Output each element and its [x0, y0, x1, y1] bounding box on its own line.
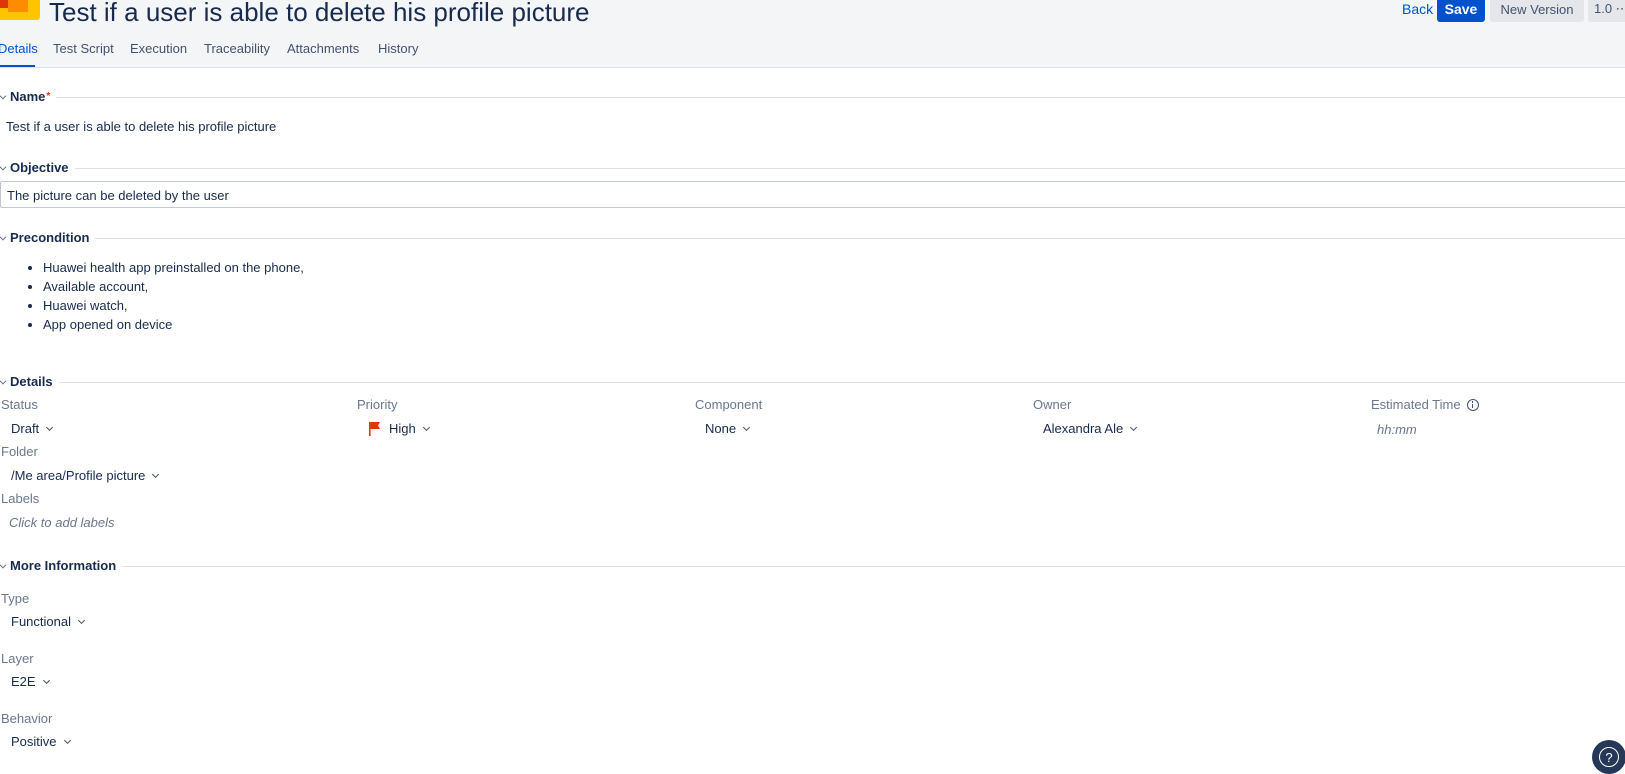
owner-select[interactable]: Alexandra Ale [1043, 421, 1138, 436]
chevron-down-icon[interactable] [0, 163, 7, 171]
tab-traceability[interactable]: Traceability [204, 41, 270, 56]
section-more-information-title: More Information [10, 556, 123, 576]
chevron-down-icon [63, 736, 71, 744]
list-item: Huawei watch, [43, 296, 304, 315]
chevron-down-icon [743, 423, 751, 431]
section-objective-title: Objective [10, 158, 75, 178]
owner-label: Owner [1033, 397, 1072, 412]
chevron-down-icon [152, 470, 160, 478]
section-name[interactable]: Name* [0, 87, 1625, 107]
chevron-down-icon [422, 423, 430, 431]
tab-attachments[interactable]: Attachments [287, 41, 359, 56]
chevron-down-icon [1130, 423, 1138, 431]
section-divider [10, 382, 1625, 383]
layer-label: Layer [1, 651, 34, 666]
page-header: Test if a user is able to delete his pro… [0, 0, 1625, 68]
list-item: App opened on device [43, 315, 304, 334]
section-precondition-title: Precondition [10, 228, 96, 248]
section-divider [10, 168, 1625, 169]
chevron-down-icon [42, 676, 50, 684]
estimated-time-input[interactable]: hh:mm [1377, 422, 1417, 437]
tab-execution[interactable]: Execution [130, 41, 187, 56]
new-version-button[interactable]: New Version [1490, 0, 1584, 22]
objective-value: The picture can be deleted by the user [7, 188, 229, 203]
required-asterisk: * [46, 91, 51, 102]
section-divider [10, 238, 1625, 239]
chevron-down-icon[interactable] [0, 92, 7, 100]
chevron-down-icon[interactable] [0, 233, 7, 241]
section-name-title: Name* [10, 87, 57, 107]
type-select[interactable]: Functional [11, 614, 86, 629]
chevron-down-icon [77, 616, 86, 624]
behavior-select[interactable]: Positive [11, 734, 71, 749]
list-item: Available account, [43, 277, 304, 296]
type-label: Type [1, 591, 30, 606]
list-item: Huawei health app preinstalled on the ph… [43, 258, 304, 277]
tab-history[interactable]: History [378, 41, 418, 56]
section-precondition[interactable]: Precondition [0, 228, 1625, 248]
priority-select[interactable]: High [369, 421, 430, 436]
question-icon: ? [1599, 747, 1619, 767]
chevron-down-icon[interactable] [0, 561, 7, 569]
section-details-title: Details [10, 372, 59, 392]
section-divider [10, 566, 1625, 567]
help-button[interactable]: ? [1592, 740, 1625, 774]
page-title: Test if a user is able to delete his pro… [49, 0, 590, 27]
chevron-down-icon [46, 423, 54, 431]
precondition-list[interactable]: Huawei health app preinstalled on the ph… [0, 258, 304, 334]
objective-field[interactable]: The picture can be deleted by the user [0, 181, 1625, 208]
priority-label: Priority [357, 397, 398, 412]
tab-details[interactable]: Details [0, 41, 38, 56]
version-menu-button[interactable]: 1.0 ⋯ [1588, 0, 1625, 22]
section-objective[interactable]: Objective [0, 158, 1625, 178]
back-button[interactable]: Back [1402, 0, 1433, 18]
section-more-information[interactable]: More Information [0, 556, 1625, 576]
section-divider [10, 97, 1625, 98]
flag-icon [369, 421, 380, 436]
tab-test-script[interactable]: Test Script [53, 41, 114, 56]
status-select[interactable]: Draft [11, 421, 54, 436]
name-value[interactable]: Test if a user is able to delete his pro… [6, 119, 276, 134]
behavior-label: Behavior [1, 711, 53, 726]
info-icon[interactable] [1466, 398, 1479, 411]
test-case-logo-icon [0, 0, 40, 20]
folder-label: Folder [1, 444, 38, 459]
estimated-time-label: Estimated Time [1371, 397, 1479, 412]
section-details[interactable]: Details [0, 372, 1625, 392]
status-label: Status [1, 397, 38, 412]
labels-input[interactable]: Click to add labels [9, 515, 115, 530]
component-select[interactable]: None [705, 421, 751, 436]
component-label: Component [695, 397, 763, 412]
labels-label: Labels [1, 491, 40, 506]
folder-select[interactable]: /Me area/Profile picture [11, 468, 160, 483]
layer-select[interactable]: E2E [11, 674, 50, 689]
active-tab-indicator [0, 65, 35, 67]
save-button[interactable]: Save [1437, 0, 1485, 22]
chevron-down-icon[interactable] [0, 377, 7, 385]
